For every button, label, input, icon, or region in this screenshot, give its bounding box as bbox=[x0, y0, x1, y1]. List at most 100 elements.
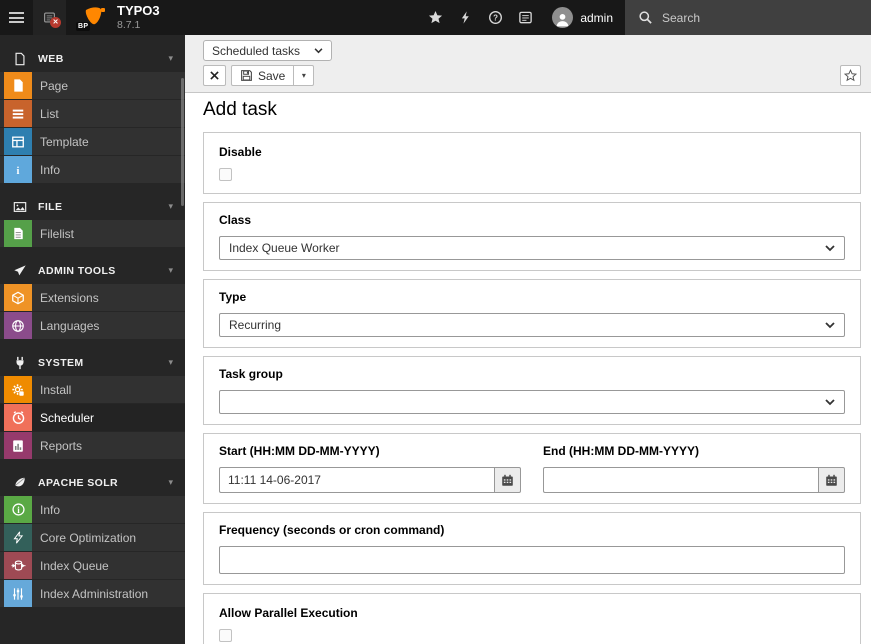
task-group-select[interactable] bbox=[219, 390, 845, 414]
sidebar-section-file[interactable]: FILE ▾ bbox=[0, 193, 185, 220]
sidebar-item-index-queue[interactable]: Index Queue bbox=[0, 552, 185, 579]
help-icon: ? bbox=[488, 11, 502, 24]
sidebar-item-extensions[interactable]: Extensions bbox=[0, 284, 185, 311]
parallel-label: Allow Parallel Execution bbox=[219, 606, 358, 620]
template-icon bbox=[4, 128, 32, 155]
bookmark-button[interactable] bbox=[840, 65, 861, 86]
svg-text:?: ? bbox=[493, 13, 498, 22]
task-group-label: Task group bbox=[219, 367, 283, 381]
chevron-down-icon: ▾ bbox=[168, 477, 173, 487]
info-icon: i bbox=[4, 156, 32, 183]
form-section-type: Type Recurring bbox=[203, 279, 861, 348]
save-icon bbox=[241, 70, 252, 81]
start-datepicker-button[interactable] bbox=[494, 467, 521, 493]
sidebar-section-apache-solr[interactable]: APACHE SOLR ▾ bbox=[0, 469, 185, 496]
core-optimization-icon bbox=[4, 524, 32, 551]
close-icon bbox=[210, 71, 219, 80]
extensions-icon bbox=[4, 284, 32, 311]
docs-icon bbox=[519, 11, 532, 24]
save-button[interactable]: Save bbox=[231, 65, 295, 86]
product-version: 8.7.1 bbox=[117, 18, 141, 31]
sidebar-section-web[interactable]: WEB ▾ bbox=[0, 45, 185, 72]
topbar: ✕ BP TYPO3 8.7.1 ? admin Search bbox=[0, 0, 871, 35]
username: admin bbox=[580, 10, 613, 25]
search-icon bbox=[639, 11, 652, 24]
chevron-down-icon: ▾ bbox=[168, 201, 173, 211]
sidebar-item-reports[interactable]: Reports bbox=[0, 432, 185, 459]
form-section-start-end: Start (HH:MM DD-MM-YYYY) End (HH:MM DD-M… bbox=[203, 433, 861, 504]
chevron-down-icon bbox=[314, 47, 323, 53]
typo3-logo-icon: BP bbox=[76, 6, 108, 31]
help-button[interactable]: ? bbox=[480, 0, 510, 35]
module-body: Add task Disable Class Index Queue Worke… bbox=[185, 93, 871, 644]
type-select-value: Recurring bbox=[229, 318, 282, 332]
module-menu: WEB ▾ Page List Template i Info FILE ▾ F… bbox=[0, 35, 185, 644]
start-input[interactable] bbox=[219, 467, 494, 493]
sidebar-item-list[interactable]: List bbox=[0, 100, 185, 127]
sidebar-scrollbar[interactable] bbox=[181, 78, 184, 206]
form-section-disable: Disable bbox=[203, 132, 861, 194]
sidebar-item-info[interactable]: i Info bbox=[0, 156, 185, 183]
filelist-icon bbox=[4, 220, 32, 247]
avatar bbox=[552, 7, 574, 28]
product-name: TYPO3 bbox=[117, 3, 160, 18]
clear-cache-button[interactable] bbox=[450, 0, 480, 35]
frequency-label: Frequency (seconds or cron command) bbox=[219, 523, 445, 537]
sidebar-item-index-administration[interactable]: Index Administration bbox=[0, 580, 185, 607]
documentation-button[interactable] bbox=[510, 0, 540, 35]
form-section-frequency: Frequency (seconds or cron command) bbox=[203, 512, 861, 585]
svg-text:i: i bbox=[17, 165, 20, 176]
close-button[interactable] bbox=[203, 65, 226, 86]
page-title: Add task bbox=[203, 99, 277, 120]
sidebar-item-page[interactable]: Page bbox=[0, 72, 185, 99]
class-select[interactable]: Index Queue Worker bbox=[219, 236, 845, 260]
type-select[interactable]: Recurring bbox=[219, 313, 845, 337]
rocket-icon bbox=[5, 264, 35, 278]
end-input[interactable] bbox=[543, 467, 818, 493]
chevron-down-icon: ▾ bbox=[168, 265, 173, 275]
bookmarks-button[interactable] bbox=[420, 0, 450, 35]
scheduler-icon bbox=[4, 404, 32, 431]
bolt-icon bbox=[461, 11, 469, 24]
sidebar-item-filelist[interactable]: Filelist bbox=[0, 220, 185, 247]
languages-icon bbox=[4, 312, 32, 339]
document-icon bbox=[5, 52, 35, 66]
class-label: Class bbox=[219, 213, 252, 227]
plug-icon bbox=[5, 356, 35, 370]
menu-toggle-button[interactable] bbox=[0, 0, 33, 35]
chevron-down-icon bbox=[825, 244, 835, 251]
modules-status-button[interactable]: ✕ bbox=[33, 0, 66, 35]
star-icon bbox=[428, 10, 442, 24]
sidebar-item-languages[interactable]: Languages bbox=[0, 312, 185, 339]
person-icon bbox=[556, 13, 569, 27]
svg-text:i: i bbox=[17, 505, 20, 515]
error-badge: ✕ bbox=[50, 17, 61, 28]
caret-down-icon: ▾ bbox=[301, 71, 306, 80]
brand: BP TYPO3 8.7.1 bbox=[76, 3, 160, 31]
parallel-checkbox[interactable] bbox=[219, 629, 232, 642]
end-label: End (HH:MM DD-MM-YYYY) bbox=[543, 444, 699, 458]
save-label: Save bbox=[258, 68, 286, 83]
function-menu-value: Scheduled tasks bbox=[212, 43, 301, 58]
sidebar-section-system[interactable]: SYSTEM ▾ bbox=[0, 349, 185, 376]
index-administration-icon bbox=[4, 580, 32, 607]
disable-checkbox[interactable] bbox=[219, 168, 232, 181]
sidebar-item-install[interactable]: Install bbox=[0, 376, 185, 403]
topbar-search[interactable]: Search bbox=[625, 0, 871, 35]
sidebar-item-scheduler[interactable]: Scheduler bbox=[0, 404, 185, 431]
end-datepicker-button[interactable] bbox=[818, 467, 845, 493]
sidebar-item-solr-info[interactable]: i Info bbox=[0, 496, 185, 523]
type-label: Type bbox=[219, 290, 247, 304]
reports-icon bbox=[4, 432, 32, 459]
disable-label: Disable bbox=[219, 145, 262, 159]
user-menu[interactable]: admin bbox=[540, 0, 625, 35]
sidebar-section-admin-tools[interactable]: ADMIN TOOLS ▾ bbox=[0, 257, 185, 284]
sidebar-item-template[interactable]: Template bbox=[0, 128, 185, 155]
function-menu-select[interactable]: Scheduled tasks bbox=[203, 40, 333, 61]
calendar-icon bbox=[826, 474, 837, 486]
docheader: Scheduled tasks Save ▾ bbox=[185, 35, 871, 93]
menu-icon bbox=[9, 10, 24, 26]
frequency-input[interactable] bbox=[219, 546, 845, 574]
save-options-button[interactable]: ▾ bbox=[294, 65, 315, 86]
sidebar-item-core-optimization[interactable]: Core Optimization bbox=[0, 524, 185, 551]
